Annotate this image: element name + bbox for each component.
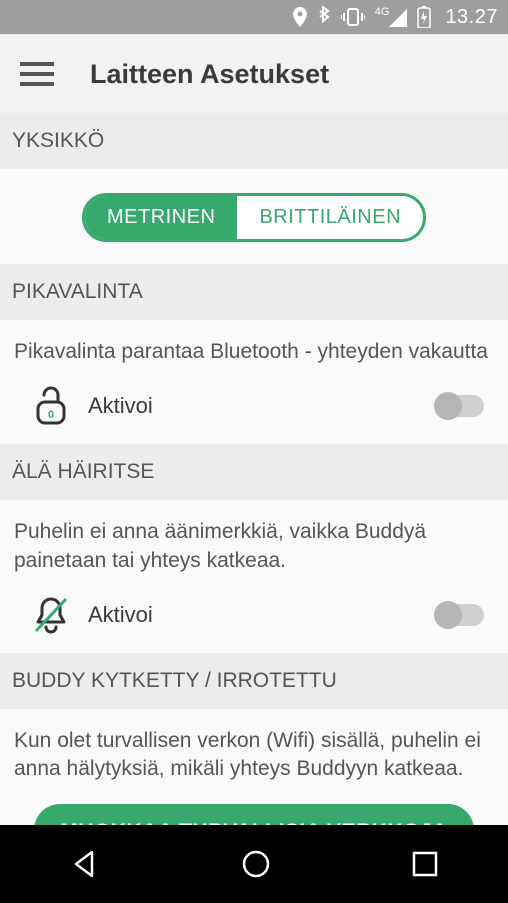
cellular-label: 4G	[375, 7, 390, 17]
lock-open-icon: 0	[32, 386, 70, 426]
unit-segmented: METRINEN BRITTILÄINEN	[82, 193, 426, 242]
bell-off-icon	[32, 595, 70, 635]
section-label-quick: PIKAVALINTA	[0, 264, 508, 320]
svg-text:0: 0	[48, 409, 54, 421]
edit-trusted-networks-button[interactable]: MUOKKAA TURVALLISIA VERKKOJA	[34, 804, 473, 825]
dnd-desc: Puhelin ei anna äänimerkkiä, vaikka Budd…	[14, 518, 494, 575]
cellular-signal-icon: 4G	[375, 7, 408, 27]
dnd-toggle-label: Aktivoi	[88, 602, 418, 628]
quick-toggle-row: 0 Aktivoi	[14, 386, 494, 426]
android-navbar	[0, 825, 508, 903]
card-dnd: Puhelin ei anna äänimerkkiä, vaikka Budd…	[0, 500, 508, 653]
bluetooth-icon	[317, 6, 331, 28]
settings-scroll[interactable]: YKSIKKÖ METRINEN BRITTILÄINEN PIKAVALINT…	[0, 113, 508, 825]
nav-recents-button[interactable]	[412, 851, 438, 877]
card-unit: METRINEN BRITTILÄINEN	[0, 169, 508, 264]
location-icon	[293, 7, 307, 27]
quick-toggle[interactable]	[436, 395, 484, 417]
vibrate-icon	[341, 7, 365, 27]
quick-toggle-label: Aktivoi	[88, 393, 418, 419]
unit-option-imperial[interactable]: BRITTILÄINEN	[237, 196, 423, 239]
quick-desc: Pikavalinta parantaa Bluetooth - yhteyde…	[14, 338, 494, 366]
page-title: Laitteen Asetukset	[90, 59, 329, 90]
card-buddy: Kun olet turvallisen verkon (Wifi) sisäl…	[0, 709, 508, 825]
buddy-desc: Kun olet turvallisen verkon (Wifi) sisäl…	[14, 727, 494, 784]
card-quick: Pikavalinta parantaa Bluetooth - yhteyde…	[0, 320, 508, 444]
dnd-toggle[interactable]	[436, 604, 484, 626]
section-label-dnd: ÄLÄ HÄIRITSE	[0, 444, 508, 500]
battery-charging-icon	[417, 6, 431, 28]
section-label-buddy: BUDDY KYTKETTY / IRROTETTU	[0, 653, 508, 709]
unit-option-metric[interactable]: METRINEN	[85, 196, 237, 239]
clock-time: 13.27	[445, 6, 498, 29]
section-label-unit: YKSIKKÖ	[0, 113, 508, 169]
nav-back-button[interactable]	[70, 849, 100, 879]
menu-button[interactable]	[20, 62, 54, 86]
nav-home-button[interactable]	[241, 849, 271, 879]
dnd-toggle-row: Aktivoi	[14, 595, 494, 635]
app-header: Laitteen Asetukset	[0, 34, 508, 113]
android-statusbar: 4G 13.27	[0, 0, 508, 34]
